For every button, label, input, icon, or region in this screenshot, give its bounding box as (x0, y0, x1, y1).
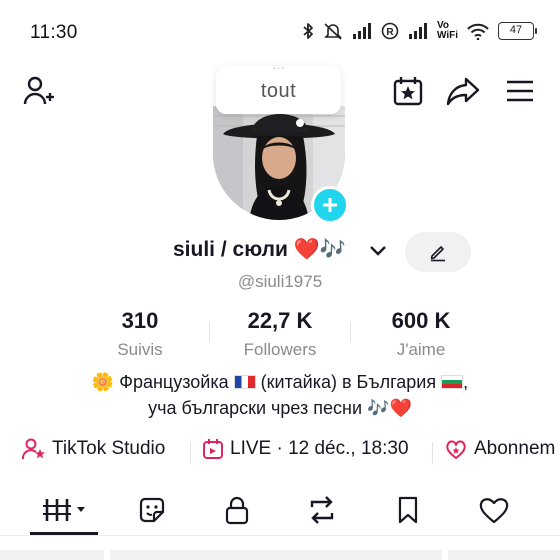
tab-liked[interactable] (471, 492, 517, 528)
bio-text-b: (китайка) в България (260, 372, 437, 392)
grid-icon (43, 499, 85, 521)
sticker-icon (139, 497, 165, 523)
profile-links-row: TikTok Studio LIVE · 12 déc., 18:30 Abon… (0, 438, 560, 468)
status-time: 11:30 (30, 22, 78, 43)
menu-button[interactable] (503, 74, 537, 108)
creator-calendar-icon (393, 77, 423, 106)
video-thumbnail[interactable] (110, 550, 442, 560)
video-thumbnail[interactable] (0, 550, 104, 560)
tiktok-studio-icon (22, 438, 45, 460)
profile-note-bubble[interactable]: ... tout (216, 56, 341, 114)
music-notes-emoji: 🎶 (367, 398, 390, 418)
note-text: tout (260, 80, 297, 102)
bluetooth-icon (303, 23, 313, 39)
repost-icon (310, 496, 334, 524)
plus-icon (323, 198, 337, 212)
subscription-icon (446, 440, 466, 459)
heart-icon (479, 498, 509, 524)
stat-following[interactable]: 310 Suivis (70, 308, 210, 360)
tab-private[interactable] (214, 492, 260, 528)
live-calendar-icon (203, 439, 223, 459)
tiktok-studio-label: TikTok Studio (52, 438, 166, 459)
tab-videos[interactable] (41, 492, 87, 528)
add-friend-button[interactable] (22, 74, 56, 108)
subscription-link[interactable]: Abonnem (444, 438, 555, 460)
bio-text-c: , (463, 372, 469, 392)
menu-icon (507, 80, 533, 102)
username: @siuli1975 (237, 272, 323, 291)
edit-profile-button[interactable] (405, 232, 471, 272)
name-row: siuli / сюли ❤️🎶 (0, 236, 560, 268)
active-tab-indicator (30, 532, 98, 535)
note-bubble-tail (296, 119, 304, 127)
signal-icon (408, 23, 427, 39)
stat-followers[interactable]: 22,7 K Followers (210, 308, 350, 360)
battery-icon: 47 (498, 22, 537, 40)
stat-likes[interactable]: 600 K J'aime (351, 308, 491, 360)
add-friend-icon (23, 76, 54, 105)
live-event-label: LIVE · 12 déc., 18:30 (230, 438, 409, 459)
profile-name-emojis: ❤️🎶 (293, 238, 346, 261)
share-icon (446, 77, 480, 106)
chevron-down-icon[interactable] (369, 245, 387, 257)
bio-line-1: 🌼 Французойка (китайка) в България , (0, 372, 560, 393)
tiktok-studio-link[interactable]: TikTok Studio (22, 438, 165, 460)
profile-name[interactable]: siuli / сюли ❤️🎶 (173, 238, 346, 262)
mute-icon (324, 23, 342, 40)
stat-likes-label: J'aime (396, 340, 446, 359)
heart-emoji: ❤️ (389, 398, 412, 418)
profile-tabs (0, 486, 560, 536)
share-profile-button[interactable] (446, 74, 480, 108)
france-flag-icon (233, 375, 256, 389)
bio-line-2: уча български чрез песни 🎶❤️ (0, 398, 560, 419)
creator-calendar-button[interactable] (391, 74, 425, 108)
tab-stickers[interactable] (129, 492, 175, 528)
wifi-icon (467, 23, 489, 40)
bookmark-icon (398, 496, 418, 524)
link-divider (432, 442, 433, 464)
status-icons: R Vo WiFi 47 (302, 20, 537, 41)
tab-favorites[interactable] (385, 492, 431, 528)
subscription-label: Abonnem (474, 438, 556, 459)
stat-following-value: 310 (121, 308, 159, 333)
tab-reposts[interactable] (299, 492, 345, 528)
stat-followers-label: Followers (243, 340, 317, 359)
stat-followers-value: 22,7 K (247, 308, 313, 333)
stat-likes-value: 600 K (391, 308, 451, 333)
lock-icon (225, 496, 249, 525)
bio-text-a: Французойка (119, 372, 229, 392)
svg-text:R: R (386, 27, 394, 38)
link-divider (190, 442, 191, 464)
video-thumbnail[interactable] (448, 550, 560, 560)
registered-icon: R (381, 22, 399, 40)
stat-following-label: Suivis (117, 340, 163, 359)
signal-icon (352, 23, 371, 39)
add-avatar-button[interactable] (311, 186, 349, 224)
bulgaria-flag-icon (441, 375, 464, 389)
flower-emoji: 🌼 (91, 372, 115, 392)
vowifi-label: Vo WiFi (436, 20, 458, 41)
profile-name-text: siuli / сюли (173, 238, 288, 261)
pencil-icon (430, 246, 445, 262)
note-ghost-text: ... (272, 56, 285, 73)
live-event-link[interactable]: LIVE · 12 déc., 18:30 (202, 438, 409, 460)
bio-text-line2: уча български чрез песни (148, 398, 363, 418)
